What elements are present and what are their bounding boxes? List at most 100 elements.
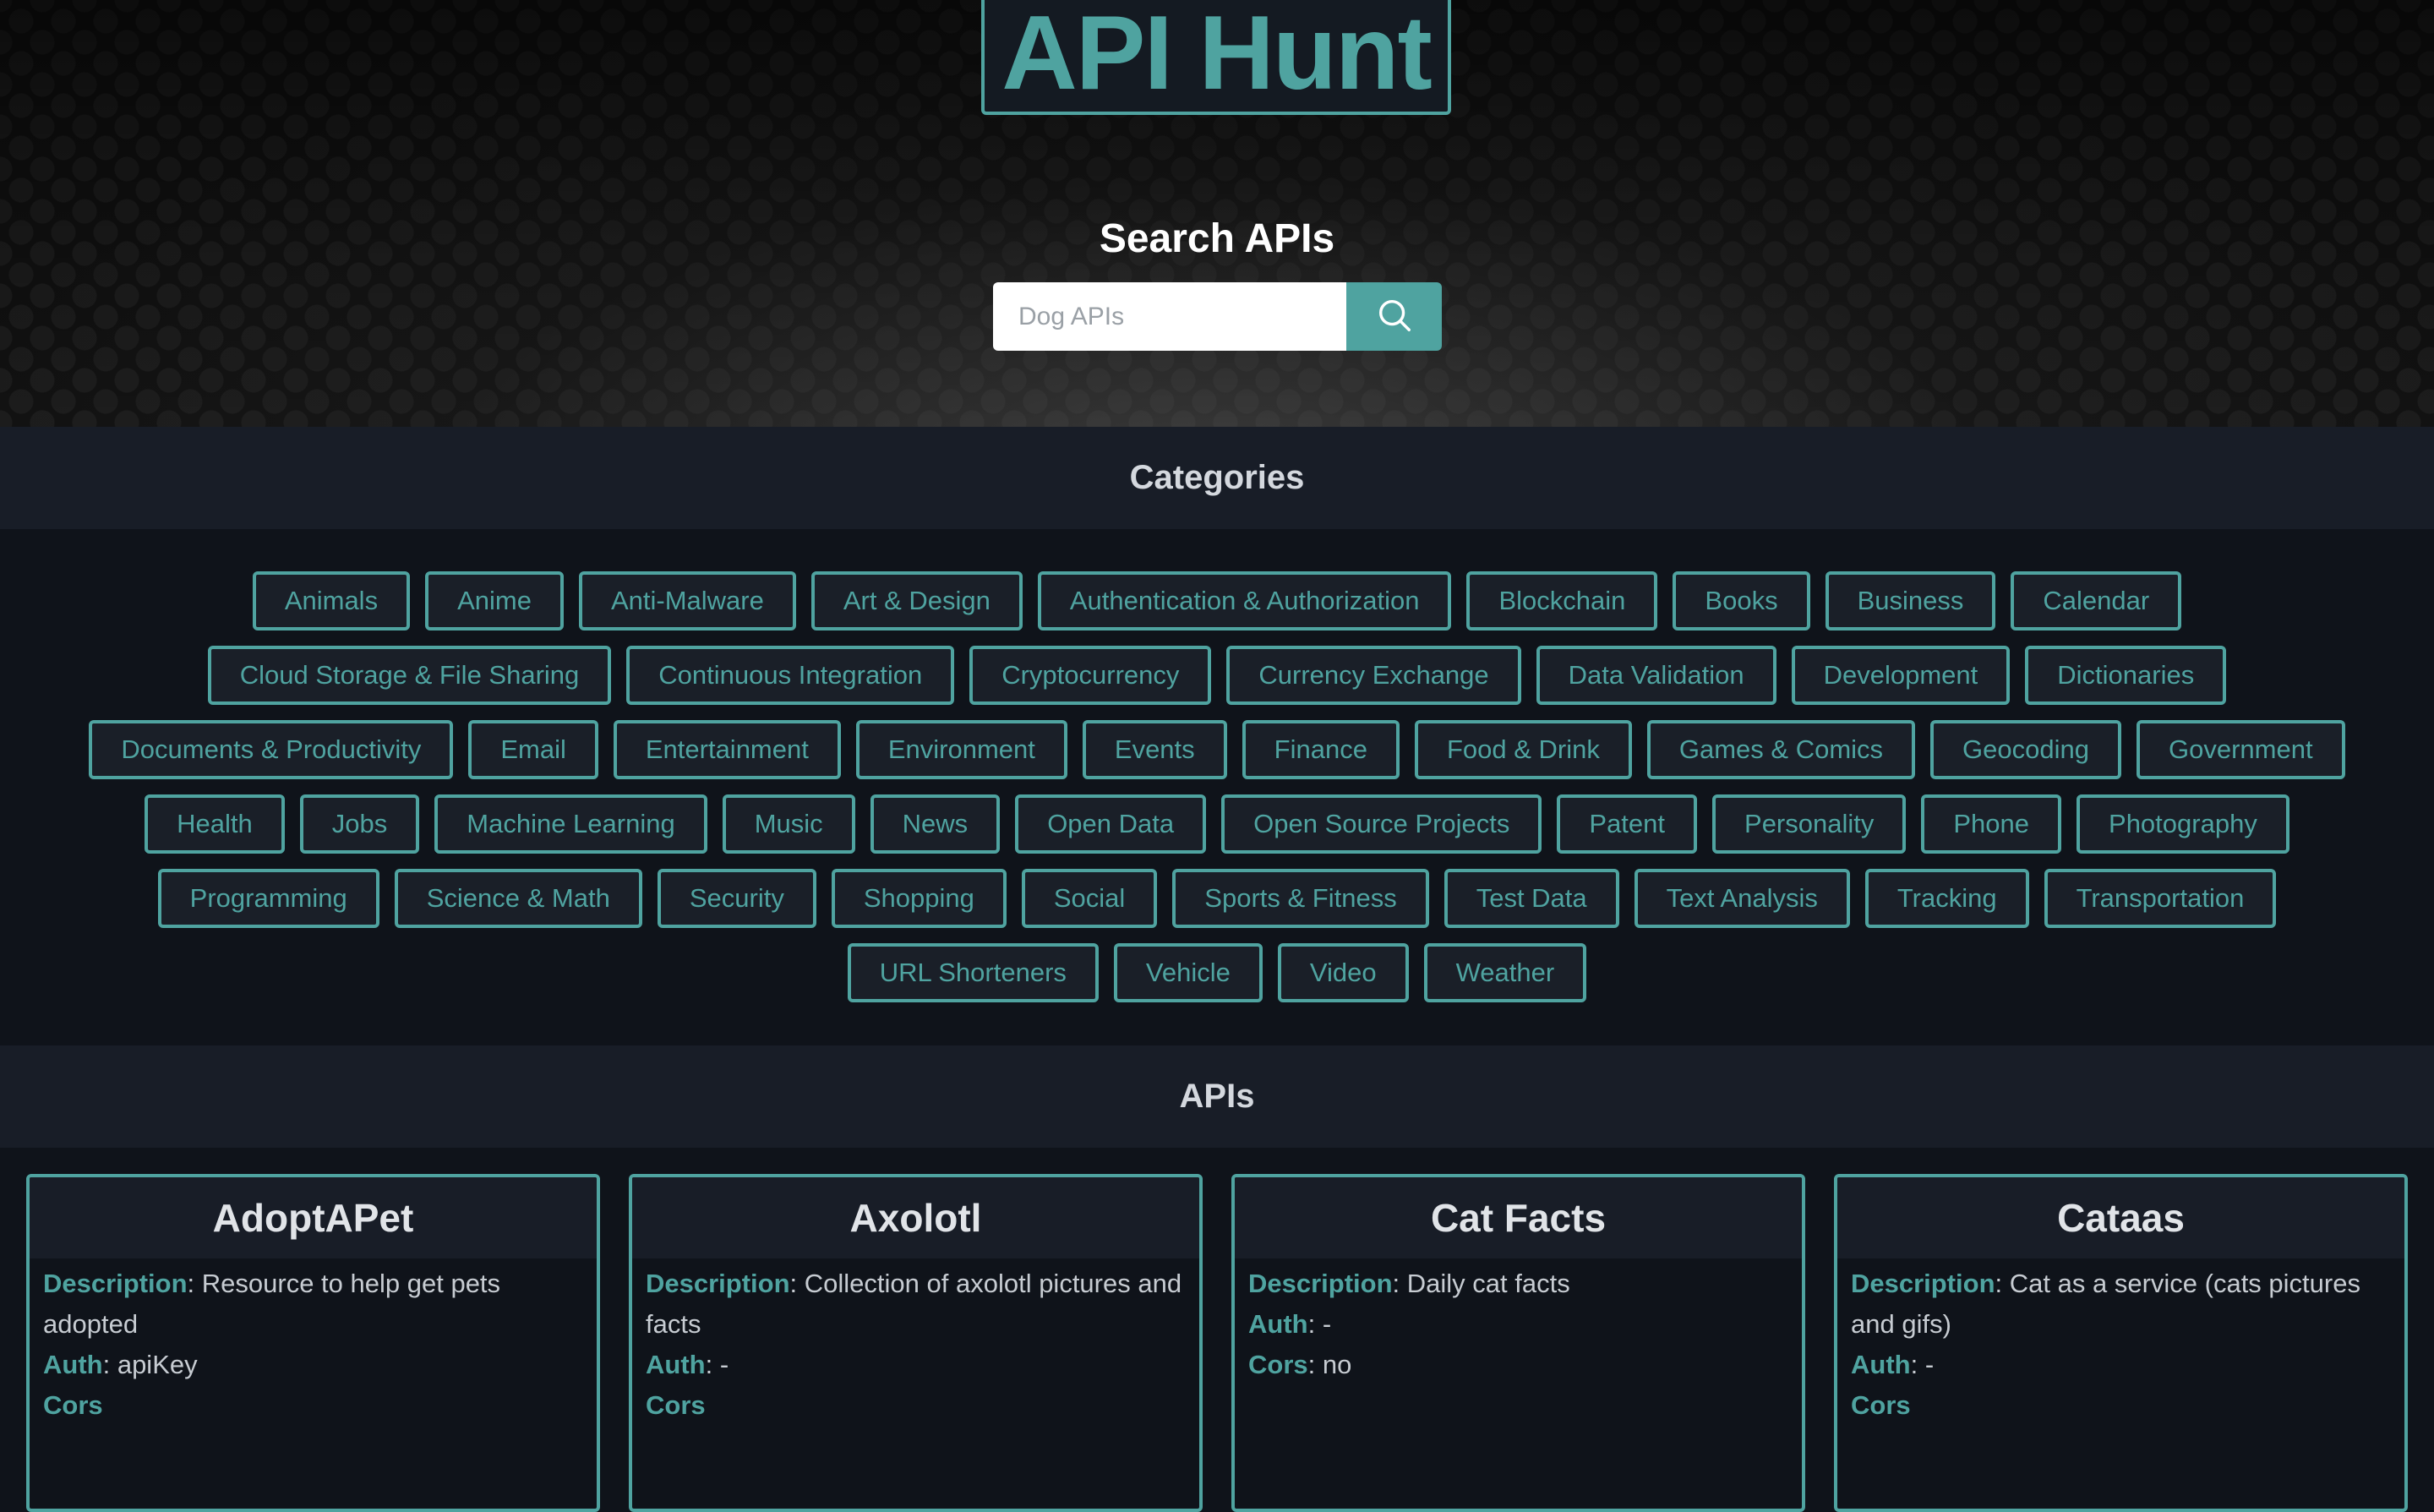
category-chip[interactable]: Test Data [1443, 869, 1619, 928]
category-chip[interactable]: Phone [1921, 794, 2062, 854]
category-chip[interactable]: Art & Design [810, 571, 1023, 630]
category-chip[interactable]: Data Validation [1536, 646, 1776, 705]
api-card-list: AdoptAPet Description: Resource to help … [0, 1174, 2434, 1512]
category-chip[interactable]: Patent [1557, 794, 1698, 854]
category-chip[interactable]: Development [1791, 646, 2011, 705]
api-card[interactable]: Axolotl Description: Collection of axolo… [629, 1174, 1203, 1512]
field-label: Description [1851, 1269, 1995, 1298]
category-chip[interactable]: Programming [157, 869, 379, 928]
api-description-field: Description: Daily cat facts [1248, 1269, 1570, 1298]
api-card-body: Description: Resource to help get pets a… [30, 1258, 597, 1426]
hero-banner: API Hunt Search APIs [0, 0, 2434, 427]
field-label: Cors [43, 1390, 103, 1420]
category-chip[interactable]: Finance [1242, 720, 1400, 779]
category-chip[interactable]: Entertainment [613, 720, 841, 779]
category-chip[interactable]: Dictionaries [2025, 646, 2227, 705]
api-card-title: Cat Facts [1235, 1177, 1802, 1258]
api-card-body: Description: Collection of axolotl pictu… [632, 1258, 1199, 1426]
field-label: Auth [1851, 1350, 1911, 1379]
api-cors-field: Cors: no [1248, 1350, 1352, 1379]
field-label: Auth [43, 1350, 103, 1379]
field-label: Cors [646, 1390, 706, 1420]
api-auth-field: Auth: apiKey [43, 1350, 198, 1379]
category-chip[interactable]: Tracking [1864, 869, 2029, 928]
api-card-title: Cataas [1837, 1177, 2404, 1258]
category-chip[interactable]: Currency Exchange [1226, 646, 1521, 705]
category-chip[interactable]: Documents & Productivity [89, 720, 454, 779]
category-chip[interactable]: Books [1673, 571, 1810, 630]
category-chip[interactable]: Transportation [2044, 869, 2277, 928]
category-chip[interactable]: Cloud Storage & File Sharing [207, 646, 612, 705]
field-label: Auth [1248, 1309, 1308, 1339]
category-chip[interactable]: Games & Comics [1646, 720, 1916, 779]
api-description-field: Description: Cat as a service (cats pict… [1851, 1269, 2360, 1339]
site-logo[interactable]: API Hunt [981, 0, 1451, 115]
category-chip[interactable]: Business [1825, 571, 1996, 630]
search-bar [993, 282, 1442, 351]
category-chip[interactable]: Email [468, 720, 598, 779]
category-chip[interactable]: Anime [425, 571, 564, 630]
category-chip[interactable]: Calendar [2011, 571, 2182, 630]
api-card[interactable]: Cataas Description: Cat as a service (ca… [1834, 1174, 2408, 1512]
api-card[interactable]: Cat Facts Description: Daily cat facts A… [1231, 1174, 1805, 1512]
api-auth: - [1924, 1350, 1935, 1379]
field-label: Description [1248, 1269, 1393, 1298]
api-card[interactable]: AdoptAPet Description: Resource to help … [26, 1174, 600, 1512]
category-row: Animals Anime Anti-Malware Art & Design … [252, 571, 2182, 630]
search-input[interactable] [993, 282, 1346, 351]
api-card-title: AdoptAPet [30, 1177, 597, 1258]
category-chip[interactable]: Open Data [1015, 794, 1207, 854]
category-chip[interactable]: Sports & Fitness [1172, 869, 1429, 928]
api-auth-field: Auth: - [646, 1350, 729, 1379]
category-chip[interactable]: Social [1021, 869, 1158, 928]
api-cors-field: Cors [646, 1385, 1186, 1426]
category-chip[interactable]: Shopping [831, 869, 1007, 928]
category-chip[interactable]: Government [2137, 720, 2345, 779]
category-chip[interactable]: Cryptocurrency [969, 646, 1212, 705]
category-chip[interactable]: URL Shorteners [847, 943, 1099, 1002]
category-chip[interactable]: Weather [1423, 943, 1587, 1002]
category-chip[interactable]: Blockchain [1466, 571, 1658, 630]
categories-heading: Categories [0, 427, 2434, 529]
field-label: Cors [1248, 1350, 1308, 1379]
category-chip[interactable]: Authentication & Authorization [1037, 571, 1452, 630]
category-chip[interactable]: Jobs [299, 794, 420, 854]
category-chip[interactable]: News [870, 794, 1001, 854]
field-label: Description [646, 1269, 790, 1298]
search-icon [1375, 296, 1414, 337]
category-row: Cloud Storage & File Sharing Continuous … [207, 646, 2227, 705]
api-description: Daily cat facts [1406, 1269, 1570, 1298]
category-chip[interactable]: Vehicle [1113, 943, 1263, 1002]
category-chip[interactable]: Machine Learning [434, 794, 707, 854]
api-auth: - [1322, 1309, 1332, 1339]
category-chip[interactable]: Security [657, 869, 816, 928]
category-chip[interactable]: Animals [252, 571, 411, 630]
category-chip[interactable]: Personality [1712, 794, 1907, 854]
category-chip[interactable]: Music [722, 794, 855, 854]
category-chip[interactable]: Science & Math [394, 869, 642, 928]
category-chip[interactable]: Environment [855, 720, 1067, 779]
category-chip[interactable]: Health [145, 794, 285, 854]
category-chip[interactable]: Geocoding [1930, 720, 2121, 779]
categories-list: Animals Anime Anti-Malware Art & Design … [0, 529, 2434, 1045]
api-auth-field: Auth: - [1248, 1309, 1332, 1339]
category-chip[interactable]: Events [1082, 720, 1227, 779]
api-card-body: Description: Daily cat facts Auth: - Cor… [1235, 1258, 1802, 1385]
category-chip[interactable]: Anti-Malware [578, 571, 796, 630]
category-chip[interactable]: Photography [2077, 794, 2289, 854]
category-chip[interactable]: Continuous Integration [626, 646, 955, 705]
api-card-body: Description: Cat as a service (cats pict… [1837, 1258, 2404, 1426]
search-button[interactable] [1346, 282, 1442, 351]
category-chip[interactable]: Text Analysis [1634, 869, 1850, 928]
category-chip[interactable]: Open Source Projects [1221, 794, 1542, 854]
apis-heading: APIs [0, 1045, 2434, 1148]
category-chip[interactable]: Video [1277, 943, 1409, 1002]
api-auth: apiKey [117, 1350, 198, 1379]
category-chip[interactable]: Food & Drink [1414, 720, 1632, 779]
api-card-title: Axolotl [632, 1177, 1199, 1258]
category-row: URL Shorteners Vehicle Video Weather [847, 943, 1587, 1002]
api-description-field: Description: Collection of axolotl pictu… [646, 1269, 1182, 1339]
search-title: Search APIs [1099, 216, 1335, 261]
field-label: Auth [646, 1350, 706, 1379]
category-row: Programming Science & Math Security Shop… [157, 869, 2277, 928]
